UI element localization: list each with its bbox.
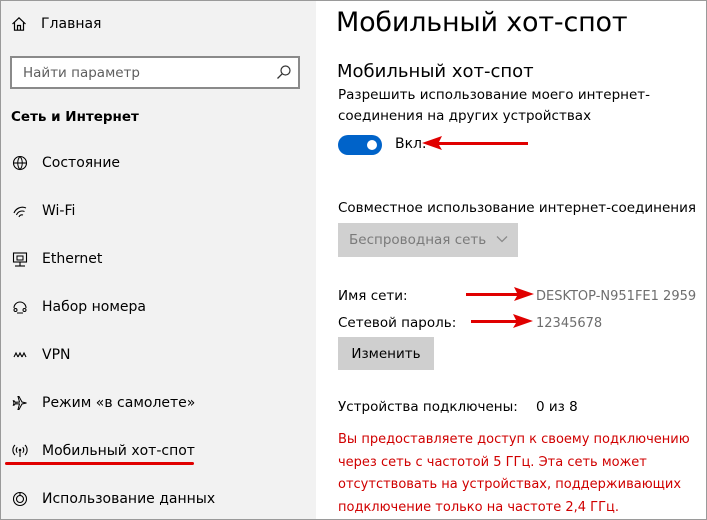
network-name-value: DESKTOP-N951FE1 2959 [536,289,697,304]
search-box[interactable] [10,56,300,89]
sidebar-item-label: VPN [42,347,71,363]
annotation-arrow-toggle [422,136,528,150]
page-title: Мобильный хот-спот [336,7,628,38]
sidebar-item-hotspot[interactable]: Мобильный хот-спот [1,429,316,473]
devices-connected-label: Устройства подключены: [338,399,518,415]
search-icon[interactable] [276,64,292,80]
toggle-knob [367,140,377,150]
dropdown-selected-value: Беспроводная сеть [349,232,487,248]
sidebar-item-ethernet[interactable]: Ethernet [1,237,316,281]
sidebar-item-airplane[interactable]: Режим «в самолете» [1,381,316,425]
sidebar-item-label: Использование данных [42,491,216,507]
airplane-icon [11,394,29,412]
chevron-down-icon [496,236,508,243]
home-link[interactable]: Главная [11,13,101,35]
sidebar-item-status[interactable]: Состояние [1,141,316,185]
frequency-warning: Вы предоставляете доступ к своему подклю… [338,432,690,515]
vpn-icon [11,346,29,364]
sidebar-item-label: Ethernet [42,251,103,267]
sidebar-item-label: Режим «в самолете» [42,395,196,411]
search-input[interactable] [12,58,262,87]
sidebar: Главная Сеть и Интернет Состояние Wi- [1,1,316,519]
sidebar-item-wifi[interactable]: Wi-Fi [1,189,316,233]
network-name-label: Имя сети: [338,288,408,304]
data-usage-icon [11,490,29,508]
sidebar-item-label: Состояние [42,155,121,171]
sidebar-item-label: Набор номера [42,299,147,315]
password-value: 12345678 [536,316,603,331]
section-title: Сеть и Интернет [11,109,139,125]
dialup-icon [11,298,29,316]
sidebar-item-label: Wi-Fi [42,203,76,219]
status-icon [11,154,29,172]
devices-connected-value: 0 из 8 [536,399,578,415]
edit-button[interactable]: Изменить [338,337,434,370]
annotation-underline [5,462,194,465]
annotation-arrow-password [471,314,533,328]
sidebar-item-label: Мобильный хот-спот [42,443,195,459]
hotspot-toggle[interactable] [338,135,382,155]
ethernet-icon [11,250,29,268]
sidebar-item-dialup[interactable]: Набор номера [1,285,316,329]
password-label: Сетевой пароль: [338,315,457,331]
hotspot-description: Разрешить использование моего интернет-с… [338,87,651,124]
sidebar-item-vpn[interactable]: VPN [1,333,316,377]
share-connection-label: Совместное использование интернет-соедин… [338,200,696,216]
home-label: Главная [41,16,102,32]
sidebar-item-data-usage[interactable]: Использование данных [1,477,316,520]
share-connection-dropdown[interactable]: Беспроводная сеть [338,223,518,257]
home-icon [12,16,26,31]
section-subtitle: Мобильный хот-спот [337,61,534,82]
wifi-icon [11,202,29,220]
annotation-arrow-network-name [466,287,534,301]
hotspot-icon [11,442,29,460]
main-panel: Мобильный хот-спот Мобильный хот-спот Ра… [316,1,706,519]
